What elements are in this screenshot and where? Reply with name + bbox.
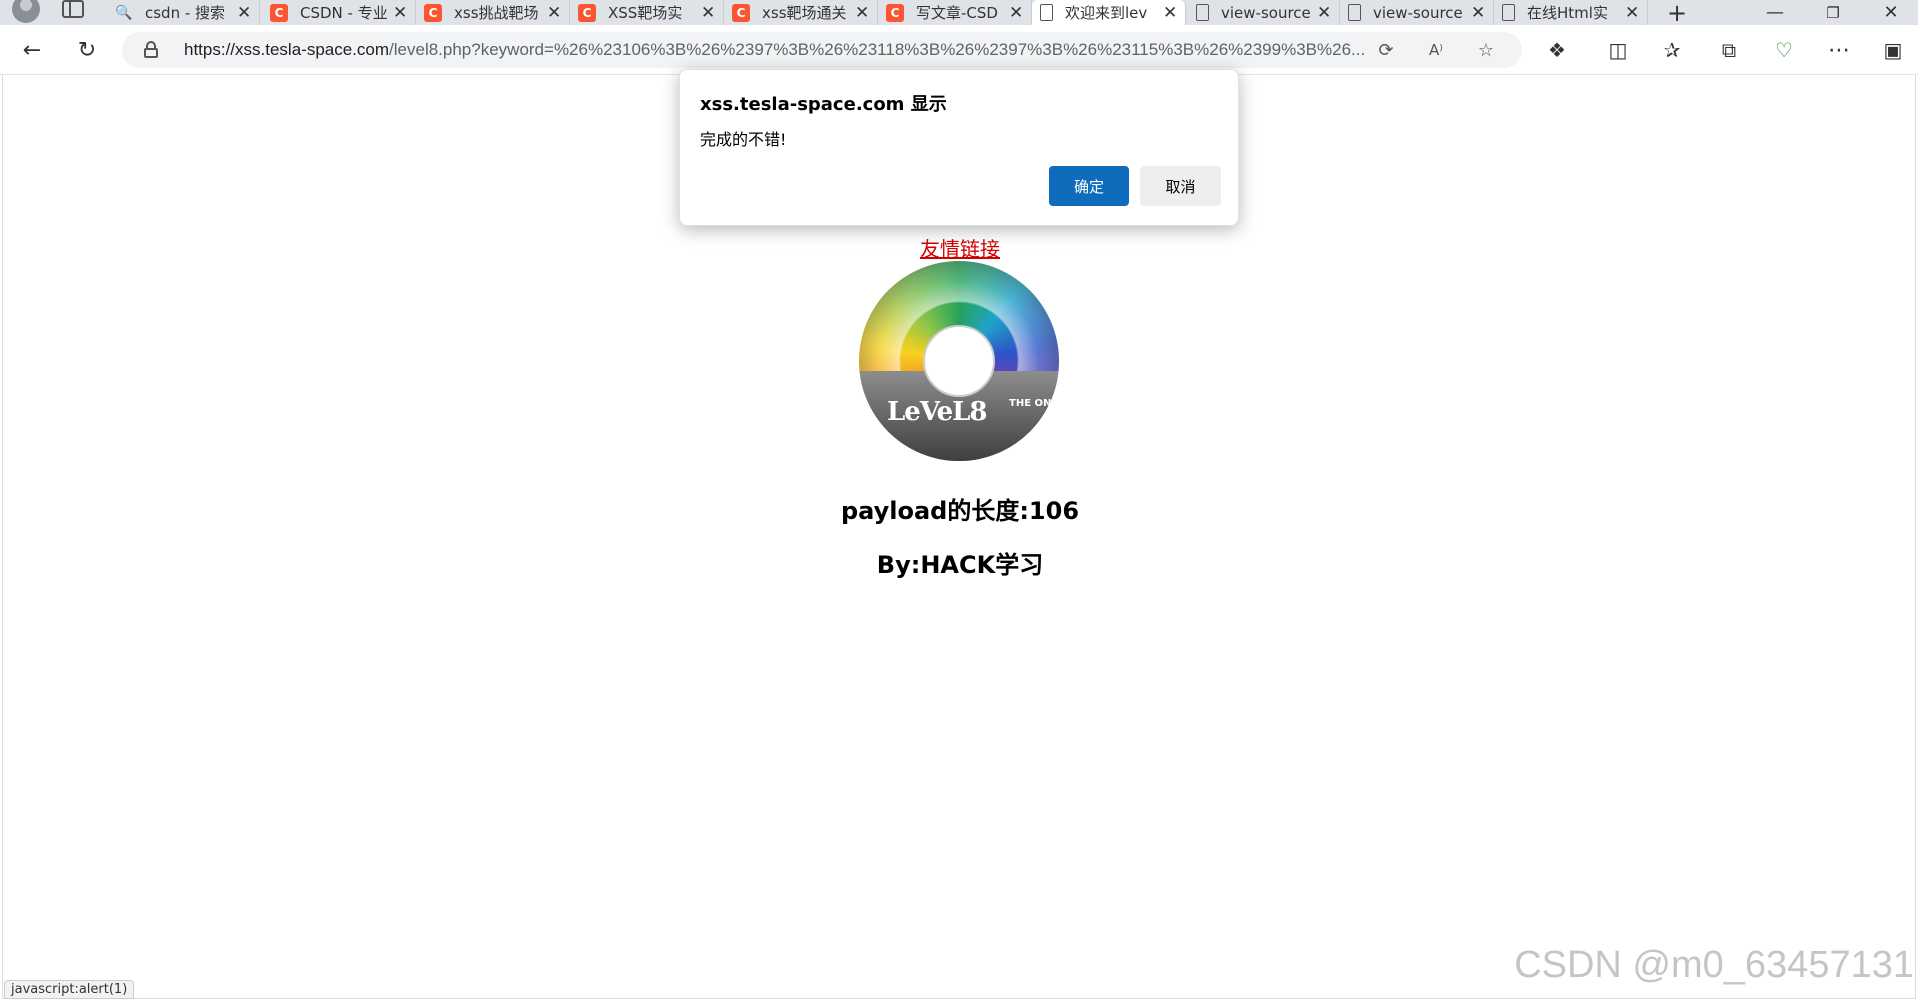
favorite-star-icon[interactable]: ☆	[1474, 38, 1498, 62]
tab-title: 在线Html实	[1527, 4, 1608, 22]
tab-title: 欢迎来到lev	[1065, 4, 1148, 22]
back-button[interactable]: ←	[16, 34, 48, 66]
disc-sub: THE ONE	[1009, 398, 1059, 409]
lock-icon[interactable]	[144, 41, 158, 58]
tab-xss-walkthrough[interactable]: C xss靶场通关 ✕	[724, 0, 878, 25]
tab-title: view-source	[1373, 3, 1463, 22]
status-bar-url: javascript:alert(1)	[4, 980, 135, 999]
edge-app-icon[interactable]: ⟳	[1374, 38, 1398, 62]
settings-more-icon[interactable]: ⋯	[1823, 34, 1855, 66]
tab-xss-challenge[interactable]: C xss挑战靶场 ✕	[416, 0, 570, 25]
tab-online-html[interactable]: 在线Html实 ✕	[1494, 0, 1648, 25]
window-close-button[interactable]: ✕	[1866, 0, 1916, 25]
page-icon	[1348, 4, 1361, 21]
close-icon[interactable]: ✕	[1317, 3, 1331, 23]
page-icon	[1196, 4, 1209, 21]
close-icon[interactable]: ✕	[1471, 3, 1485, 23]
sidebar-icon[interactable]: ▣	[1877, 34, 1909, 66]
avatar-icon	[12, 0, 40, 23]
friend-link[interactable]: 友情链接	[3, 233, 1917, 262]
disc-label: LeVeL8	[887, 397, 988, 427]
ok-button[interactable]: 确定	[1049, 166, 1129, 206]
csdn-icon: C	[424, 3, 442, 22]
csdn-icon: C	[732, 3, 750, 22]
dialog-title: xss.tesla-space.com 显示	[700, 94, 947, 115]
split-screen-icon[interactable]: ◫	[1602, 34, 1634, 66]
restore-button[interactable]: ❐	[1808, 0, 1858, 25]
close-icon[interactable]: ✕	[701, 3, 715, 23]
tab-strip: 🔍 csdn - 搜索 ✕ C CSDN - 专业 ✕ C xss挑战靶场 ✕ …	[0, 0, 1918, 27]
tab-csdn[interactable]: C CSDN - 专业 ✕	[262, 0, 416, 25]
alert-dialog: xss.tesla-space.com 显示 完成的不错! 确定 取消	[679, 69, 1239, 226]
url-host: https://xss.tesla-space.com	[184, 40, 390, 59]
payload-length-heading: payload的长度:106	[840, 497, 1080, 525]
tab-title: view-source	[1221, 3, 1311, 22]
tab-title: XSS靶场实	[608, 4, 683, 22]
search-icon: 🔍	[115, 4, 133, 21]
browser-essentials-icon[interactable]: ♡	[1768, 34, 1800, 66]
minimize-button[interactable]: —	[1750, 0, 1800, 25]
tab-view-source-2[interactable]: view-source ✕	[1340, 0, 1494, 25]
csdn-icon: C	[886, 3, 904, 22]
url-path: /level8.php?keyword=%26%23106%3B%26%2397…	[389, 40, 1366, 59]
tab-level8[interactable]: 欢迎来到lev ✕	[1032, 0, 1186, 25]
page-icon	[1502, 4, 1515, 21]
vertical-tabs-icon[interactable]	[62, 0, 84, 18]
collections-icon[interactable]: ⧉	[1713, 34, 1745, 66]
dialog-message: 完成的不错!	[700, 130, 787, 149]
tab-title: xss挑战靶场	[454, 4, 539, 22]
profile-avatar[interactable]	[8, 0, 44, 24]
close-icon[interactable]: ✕	[393, 3, 407, 23]
favorites-icon[interactable]: ✰	[1656, 34, 1688, 66]
close-icon[interactable]: ✕	[1163, 3, 1177, 23]
tab-title: 写文章-CSD	[916, 4, 998, 22]
address-toolbar: ← ↻ https://xss.tesla-space.com/level8.p…	[0, 25, 1918, 75]
close-icon[interactable]: ✕	[1625, 3, 1639, 23]
close-icon[interactable]: ✕	[1009, 3, 1023, 23]
address-bar[interactable]: https://xss.tesla-space.com/level8.php?k…	[122, 32, 1522, 68]
tab-csdn-search[interactable]: 🔍 csdn - 搜索 ✕	[107, 0, 260, 25]
new-tab-button[interactable]: +	[1652, 0, 1702, 27]
extensions-icon[interactable]: ❖	[1541, 34, 1573, 66]
tab-title: xss靶场通关	[762, 4, 847, 22]
csdn-icon: C	[578, 3, 596, 22]
close-icon[interactable]: ✕	[855, 3, 869, 23]
read-aloud-icon[interactable]: A⁾	[1424, 38, 1448, 62]
tab-title: csdn - 搜索	[145, 4, 226, 22]
tab-title: CSDN - 专业	[300, 4, 387, 22]
close-icon[interactable]: ✕	[547, 3, 561, 23]
disc-hole	[923, 325, 995, 397]
watermark: CSDN @m0_63457131	[1514, 944, 1914, 986]
cancel-button[interactable]: 取消	[1140, 166, 1221, 206]
csdn-icon: C	[270, 3, 288, 22]
tab-view-source-1[interactable]: view-source ✕	[1188, 0, 1340, 25]
page-icon	[1040, 4, 1053, 21]
author-heading: By:HACK学习	[876, 551, 1044, 579]
level8-disc-image: LeVeL8 THE ONE	[859, 261, 1059, 461]
refresh-button[interactable]: ↻	[71, 34, 103, 66]
tab-xss-range[interactable]: C XSS靶场实 ✕	[570, 0, 724, 25]
close-icon[interactable]: ✕	[237, 3, 251, 23]
tab-write-article[interactable]: C 写文章-CSD ✕	[878, 0, 1032, 25]
url-text[interactable]: https://xss.tesla-space.com/level8.php?k…	[184, 40, 1365, 60]
